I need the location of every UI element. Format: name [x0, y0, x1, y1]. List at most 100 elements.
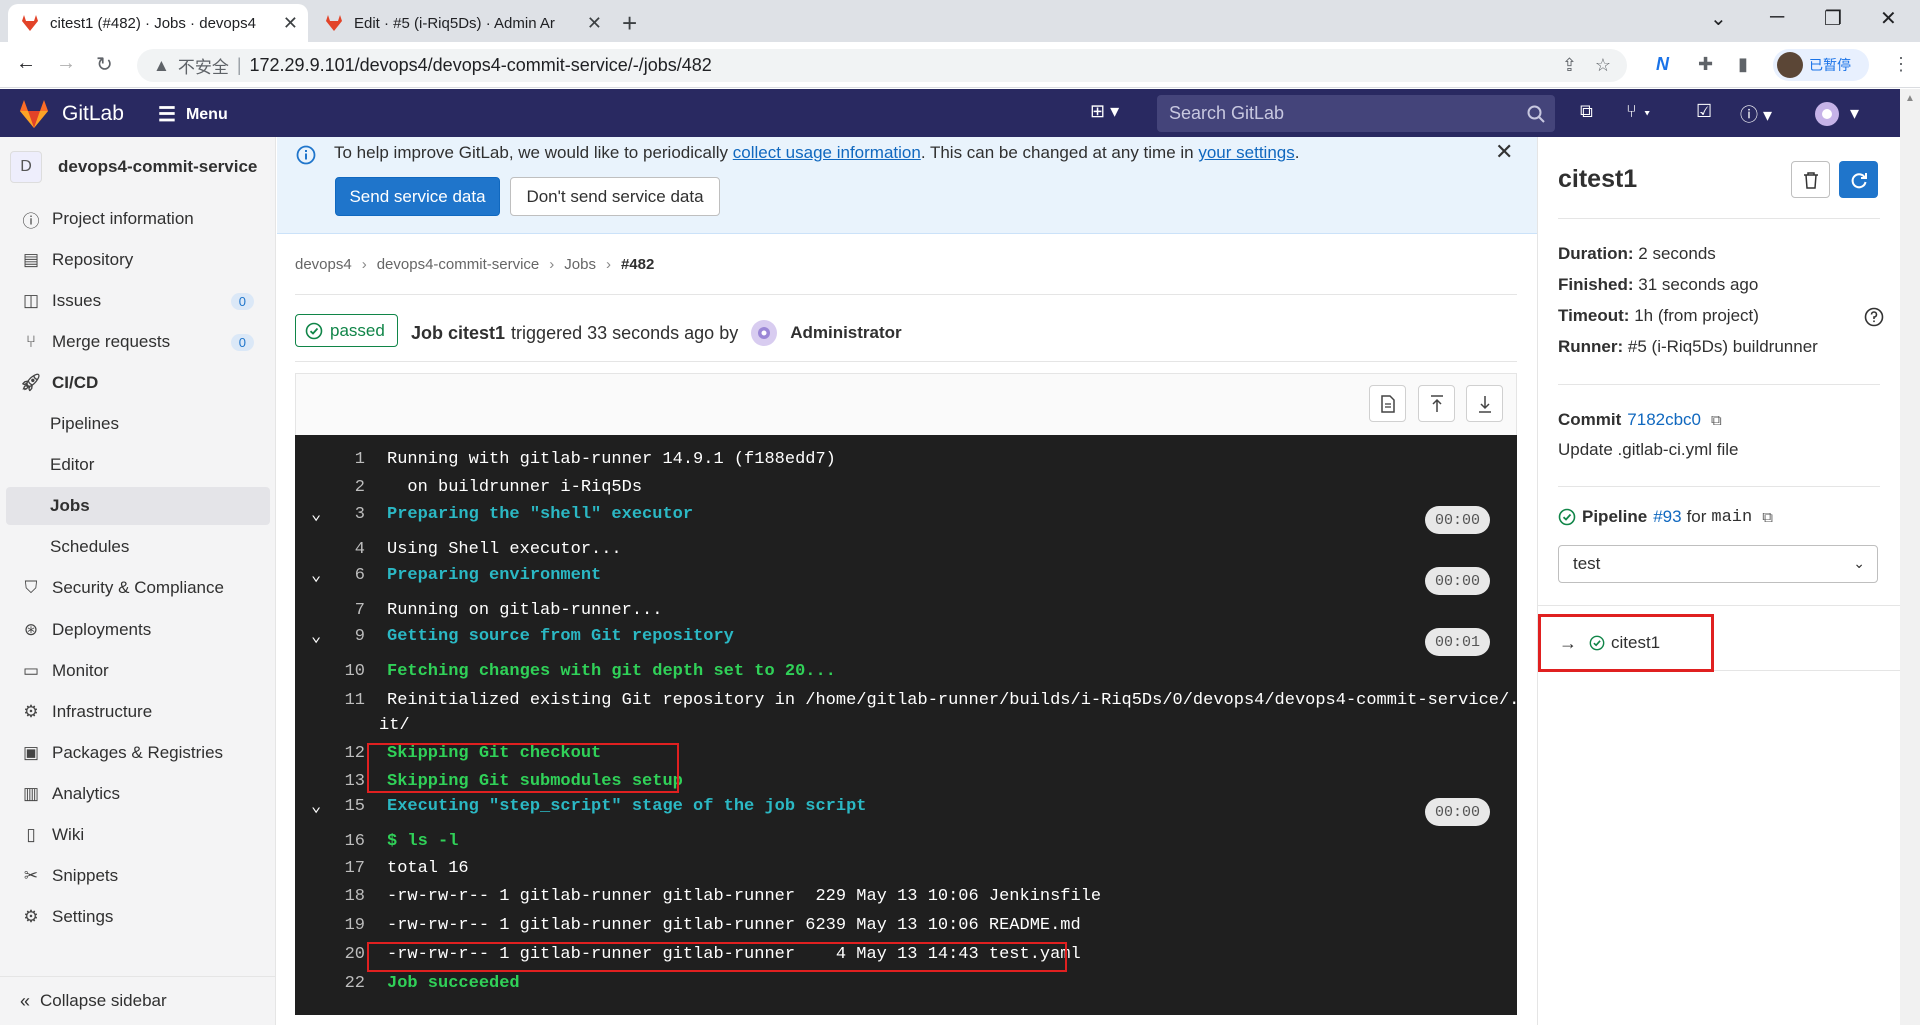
scroll-to-bottom-button[interactable] — [1466, 385, 1503, 422]
warning-icon[interactable]: ▲ — [153, 56, 170, 76]
line-number[interactable]: 20 — [345, 945, 365, 964]
breadcrumb-current[interactable]: #482 — [621, 256, 654, 273]
log-section-header[interactable]: ⌄ 3 Preparing the "shell" executor 00:00 — [295, 501, 1517, 534]
user-avatar-icon[interactable] — [1814, 101, 1840, 127]
sidebar-item-pipelines[interactable]: Pipelines — [6, 405, 270, 443]
new-tab-button[interactable]: + — [622, 8, 637, 39]
line-number[interactable]: 11 — [345, 691, 365, 710]
gitlab-home-link[interactable]: GitLab — [18, 99, 124, 129]
bookmark-star-icon[interactable]: ☆ — [1595, 55, 1611, 76]
line-number[interactable]: 16 — [345, 832, 365, 851]
line-number[interactable]: 18 — [345, 887, 365, 906]
line-number[interactable]: 15 — [345, 797, 365, 816]
search-input[interactable]: Search GitLab — [1157, 95, 1555, 132]
line-number[interactable]: 17 — [345, 859, 365, 878]
sidebar-item-monitor[interactable]: ▭ Monitor — [6, 652, 270, 690]
back-icon[interactable]: ← — [16, 52, 36, 75]
stage-dropdown[interactable]: test ⌄ — [1558, 545, 1878, 583]
page-scrollbar[interactable]: ▲ — [1900, 89, 1920, 1025]
collapse-sidebar-button[interactable]: « Collapse sidebar — [0, 976, 275, 1025]
line-number[interactable]: 3 — [355, 505, 365, 524]
sidebar-item-merge-requests[interactable]: ⑂ Merge requests 0 — [6, 323, 270, 361]
browser-tab[interactable]: Edit · #5 (i-Riq5Ds) · Admin Ar ✕ — [312, 4, 612, 42]
log-section-header[interactable]: ⌄ 9 Getting source from Git repository 0… — [295, 623, 1517, 656]
pipeline-id-link[interactable]: #93 — [1653, 507, 1681, 527]
line-number[interactable]: 1 — [355, 450, 365, 469]
sidebar-item-packages-registries[interactable]: ▣ Packages & Registries — [6, 734, 270, 772]
browser-tab-active[interactable]: citest1 (#482) · Jobs · devops4 ✕ — [8, 4, 308, 42]
sidebar-item-analytics[interactable]: ▥ Analytics — [6, 775, 270, 813]
sidebar-item-ci-cd[interactable]: 🚀︎ CI/CD — [6, 364, 270, 402]
side-panel-icon[interactable]: ▮ — [1738, 54, 1748, 75]
extensions-puzzle-icon[interactable]: ✚ — [1698, 54, 1713, 75]
reload-icon[interactable]: ↻ — [96, 52, 113, 77]
breadcrumb-item[interactable]: devops4-commit-service — [377, 256, 540, 273]
erase-log-button[interactable] — [1791, 161, 1830, 198]
address-bar[interactable]: ▲ 不安全 | 172.29.9.101/devops4/devops4-com… — [137, 49, 1627, 82]
sidebar-item-repository[interactable]: ▤ Repository — [6, 241, 270, 279]
line-number[interactable]: 12 — [345, 744, 365, 763]
line-number[interactable]: 10 — [345, 662, 365, 681]
todos-icon[interactable]: ☑ — [1696, 101, 1712, 122]
chevron-down-icon[interactable]: ⌄ — [311, 565, 321, 586]
close-tab-icon[interactable]: ✕ — [587, 13, 602, 34]
line-number[interactable]: 22 — [345, 974, 365, 993]
share-icon[interactable]: ⇪ — [1562, 55, 1577, 76]
user-name-link[interactable]: Administrator — [790, 323, 901, 343]
user-avatar-icon[interactable] — [750, 319, 778, 347]
job-list-item[interactable]: → citest1 — [1538, 614, 1714, 672]
chevron-down-icon[interactable]: ⌄ — [311, 504, 321, 525]
breadcrumb-item[interactable]: Jobs — [564, 256, 596, 273]
collect-usage-link[interactable]: collect usage information — [733, 143, 921, 162]
commit-sha-link[interactable]: 7182cbc0 — [1627, 410, 1701, 430]
scroll-up-arrow-icon[interactable]: ▲ — [1905, 93, 1915, 104]
sidebar-item-wiki[interactable]: ▯ Wiki — [6, 816, 270, 854]
runner-value[interactable]: #5 (i-Riq5Ds) buildrunner — [1628, 337, 1818, 356]
menu-button[interactable]: ☰ Menu — [158, 102, 228, 127]
send-service-data-button[interactable]: Send service data — [335, 177, 500, 216]
close-tab-icon[interactable]: ✕ — [283, 13, 298, 34]
line-number[interactable]: 9 — [355, 627, 365, 646]
line-number[interactable]: 7 — [355, 601, 365, 620]
log-section-header[interactable]: ⌄ 15 Executing "step_script" stage of th… — [295, 793, 1517, 826]
log-section-header[interactable]: ⌄ 6 Preparing environment 00:00 — [295, 562, 1517, 595]
new-item-icon[interactable]: ⊞ ▾ — [1090, 101, 1119, 122]
sidebar-item-editor[interactable]: Editor — [6, 446, 270, 484]
extension-n-icon[interactable]: N — [1656, 54, 1669, 75]
sidebar-item-snippets[interactable]: ✂ Snippets — [6, 857, 270, 895]
maximize-icon[interactable]: ❐ — [1824, 6, 1842, 31]
sidebar-item-security-compliance[interactable]: ⛉ Security & Compliance — [6, 569, 270, 607]
sidebar-item-deployments[interactable]: ⊛ Deployments — [6, 611, 270, 649]
status-badge[interactable]: passed — [295, 314, 398, 347]
close-icon[interactable]: ✕ — [1495, 139, 1513, 165]
minimize-icon[interactable]: ─ — [1770, 6, 1784, 29]
line-number[interactable]: 19 — [345, 916, 365, 935]
browser-menu-icon[interactable]: ⋮ — [1892, 54, 1910, 75]
dont-send-service-data-button[interactable]: Don't send service data — [510, 177, 720, 216]
breadcrumb-item[interactable]: devops4 — [295, 256, 352, 273]
retry-button[interactable] — [1839, 161, 1878, 198]
chevron-down-icon[interactable]: ⌄ — [311, 796, 321, 817]
pipeline-ref-link[interactable]: main — [1711, 508, 1752, 527]
scroll-to-top-button[interactable] — [1418, 385, 1455, 422]
issues-nav-icon[interactable]: ⧉ — [1580, 101, 1593, 122]
question-circle-icon[interactable] — [1864, 307, 1884, 327]
chevron-down-icon[interactable]: ▾ — [1850, 103, 1859, 124]
sidebar-item-jobs[interactable]: Jobs — [6, 487, 270, 525]
sidebar-item-settings[interactable]: ⚙ Settings — [6, 898, 270, 936]
show-raw-button[interactable] — [1369, 385, 1406, 422]
chevron-down-icon[interactable]: ⌄ — [311, 626, 321, 647]
project-link[interactable]: D devops4-commit-service — [10, 151, 257, 183]
sidebar-item-infrastructure[interactable]: ⚙ Infrastructure — [6, 693, 270, 731]
profile-button[interactable]: 已暂停 — [1773, 49, 1869, 81]
line-number[interactable]: 2 — [355, 478, 365, 497]
close-window-icon[interactable]: ✕ — [1880, 6, 1897, 31]
copy-icon[interactable]: ⧉ — [1762, 509, 1773, 526]
line-number[interactable]: 4 — [355, 540, 365, 559]
sidebar-item-project-information[interactable]: ⓘ Project information — [6, 200, 270, 238]
help-nav-icon[interactable]: ⓘ ▾ — [1740, 101, 1772, 127]
merge-requests-nav-icon[interactable]: ⑂ ▾ — [1626, 101, 1653, 122]
line-number[interactable]: 13 — [345, 772, 365, 791]
tab-search-icon[interactable]: ⌄ — [1710, 6, 1727, 31]
forward-icon[interactable]: → — [56, 52, 76, 75]
